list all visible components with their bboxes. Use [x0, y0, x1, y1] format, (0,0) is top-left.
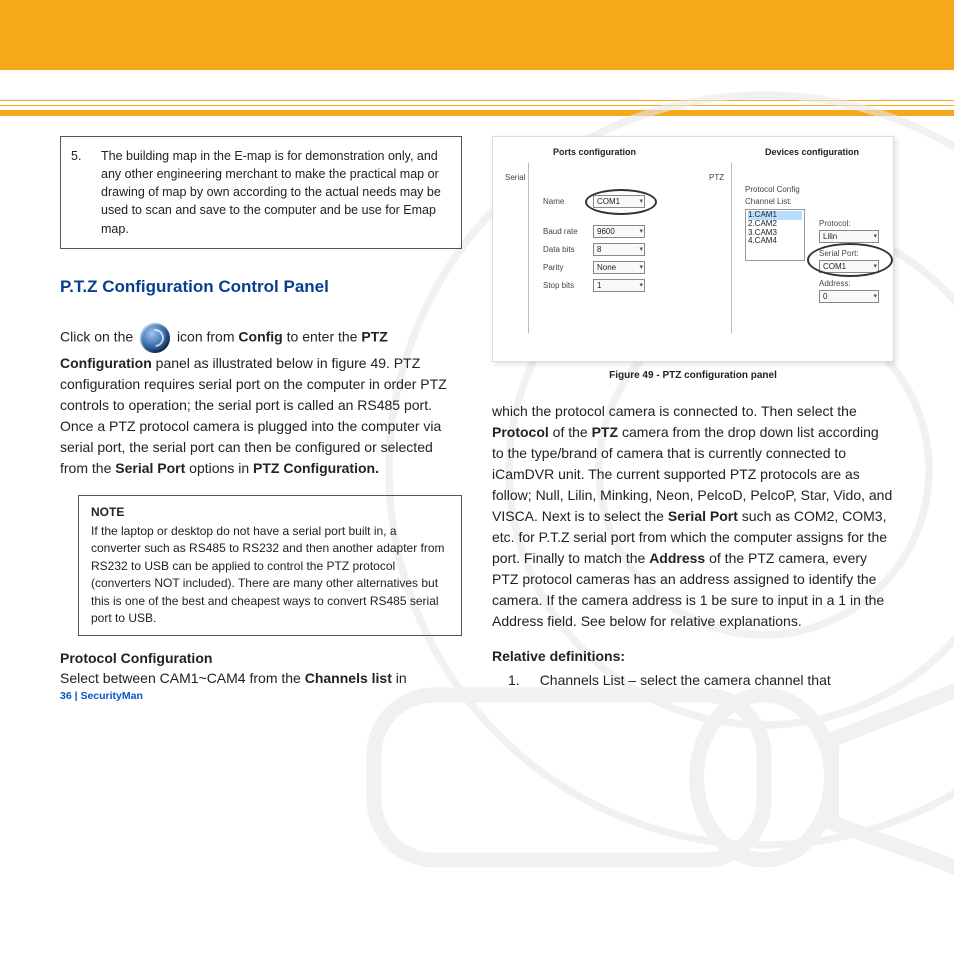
parity-dropdown[interactable]: None [593, 261, 645, 274]
serialport-highlight-ellipse [807, 243, 893, 277]
callout-box: 5. The building map in the E-map is for … [60, 136, 462, 249]
figure-panel: Ports configuration Devices configuratio… [492, 136, 894, 362]
paragraph-1: Click on the icon from Config to enter t… [60, 323, 462, 479]
header-band [0, 0, 954, 70]
stopbits-dropdown[interactable]: 1 [593, 279, 645, 292]
relative-definitions-heading: Relative definitions: [492, 648, 894, 664]
note-heading: NOTE [91, 504, 449, 521]
ptz-label: PTZ [709, 173, 724, 182]
baud-label: Baud rate [543, 227, 578, 236]
address-dropdown[interactable]: 0 [819, 290, 879, 303]
callout-text: The building map in the E-map is for dem… [101, 147, 447, 238]
name-label: Name [543, 197, 564, 206]
note-box: NOTE If the laptop or desktop do not hav… [78, 495, 462, 637]
parity-label: Parity [543, 263, 563, 272]
figure-caption: Figure 49 - PTZ configuration panel [492, 370, 894, 381]
config-sphere-icon [140, 323, 170, 353]
address-label: Address: [819, 279, 851, 288]
callout-number: 5. [71, 147, 89, 238]
protocol-config-label: Protocol Config [745, 185, 800, 194]
section-title: P.T.Z Configuration Control Panel [60, 277, 462, 297]
channel-item-4[interactable]: 4.CAM4 [748, 237, 802, 246]
protocol-config-text: Select between CAM1~CAM4 from the Channe… [60, 668, 462, 689]
protocol-config-heading: Protocol Configuration [60, 650, 462, 666]
channel-listbox[interactable]: 1.CAM1 2.CAM2 3.CAM3 4.CAM4 [745, 209, 805, 261]
databits-label: Data bits [543, 245, 575, 254]
ports-config-header: Ports configuration [553, 147, 636, 157]
note-body: If the laptop or desktop do not have a s… [91, 523, 449, 627]
channel-list-label: Channel List: [745, 197, 792, 206]
page-footer: 36 | SecurityMan [60, 690, 143, 702]
databits-dropdown[interactable]: 8 [593, 243, 645, 256]
relative-definitions-item-1: 1. Channels List – select the camera cha… [492, 670, 894, 691]
protocol-label: Protocol: [819, 219, 851, 228]
name-highlight-ellipse [585, 189, 657, 215]
protocol-dropdown[interactable]: Lilin [819, 230, 879, 243]
serial-label: Serial [505, 173, 525, 182]
stopbits-label: Stop bits [543, 281, 574, 290]
baud-dropdown[interactable]: 9600 [593, 225, 645, 238]
divider-lines [0, 100, 954, 116]
devices-config-header: Devices configuration [765, 147, 859, 157]
right-paragraph: which the protocol camera is connected t… [492, 401, 894, 632]
